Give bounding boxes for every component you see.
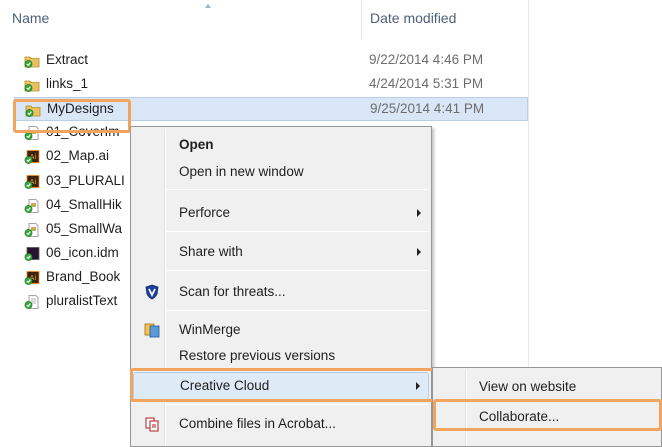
menu-item-label: Scan for threats... xyxy=(179,284,286,299)
file-name: Brand_Book xyxy=(46,268,121,284)
menu-item-share-with[interactable]: Share with xyxy=(133,239,429,265)
menu-item-restore-previous-versions[interactable]: Restore previous versions xyxy=(133,343,429,369)
menu-item-label: View on website xyxy=(479,379,577,394)
file-name: 06_icon.idm xyxy=(46,244,119,260)
file-sync-icon xyxy=(24,126,40,141)
menu-item-perforce[interactable]: Perforce xyxy=(133,200,429,226)
file-name: links_1 xyxy=(46,76,89,92)
acrobat-combine-icon xyxy=(143,415,161,433)
file-name: 03_PLURALI xyxy=(46,172,125,188)
file-row[interactable]: Extract 9/22/2014 4:46 PM xyxy=(14,49,528,73)
menu-item-combine-acrobat[interactable]: Combine files in Acrobat... xyxy=(133,411,429,437)
menu-item-label: Share with xyxy=(179,244,243,259)
file-date-modified: 9/22/2014 4:46 PM xyxy=(369,52,484,67)
menu-item-collaborate[interactable]: Collaborate... xyxy=(435,404,659,430)
file-sync-icon xyxy=(24,222,40,237)
column-divider[interactable] xyxy=(361,0,362,40)
illustrator-file-icon: Ai xyxy=(24,270,40,285)
menu-item-view-on-website[interactable]: View on website xyxy=(435,374,659,400)
column-header-name[interactable]: Name xyxy=(12,10,49,26)
menu-item-open-new-window[interactable]: Open in new window xyxy=(133,159,429,185)
menu-item-label: Open xyxy=(179,137,214,152)
file-date-modified: 4/24/2014 5:31 PM xyxy=(369,76,484,92)
file-row[interactable]: links_1 4/24/2014 5:31 PM xyxy=(14,73,528,97)
file-name: 01_CoverIm xyxy=(46,124,120,140)
menu-item-scan-for-threats[interactable]: Scan for threats... xyxy=(133,279,429,305)
menu-item-label: Combine files in Acrobat... xyxy=(179,416,336,431)
folder-sync-icon xyxy=(24,54,40,68)
menu-item-label: WinMerge xyxy=(179,322,241,337)
submenu-arrow-icon xyxy=(417,248,421,256)
indesign-file-icon xyxy=(24,246,40,261)
submenu-arrow-icon xyxy=(416,382,420,390)
file-name: pluralistText xyxy=(46,293,118,308)
sort-ascending-icon xyxy=(205,4,211,8)
menu-item-label: Creative Cloud xyxy=(180,378,270,393)
folder-sync-icon xyxy=(24,78,40,92)
menu-item-label: Restore previous versions xyxy=(179,348,336,363)
menu-item-creative-cloud[interactable]: Creative Cloud xyxy=(133,372,429,400)
column-header-date-modified[interactable]: Date modified xyxy=(370,10,456,26)
file-row-selected[interactable]: MyDesigns 9/25/2014 4:41 PM xyxy=(14,97,528,122)
submenu-arrow-icon xyxy=(417,209,421,217)
context-menu: Open Open in new window Perforce Share w… xyxy=(130,126,432,447)
menu-item-open[interactable]: Open xyxy=(133,132,429,158)
file-name: 02_Map.ai xyxy=(46,148,110,164)
shield-icon xyxy=(143,283,161,301)
file-name: MyDesigns xyxy=(47,101,114,117)
file-name: 04_SmallHik xyxy=(46,196,122,212)
menu-item-label: Perforce xyxy=(179,205,231,220)
file-name: 05_SmallWa xyxy=(46,220,123,236)
file-date-modified: 9/25/2014 4:41 PM xyxy=(370,101,485,117)
creative-cloud-submenu: View on website Collaborate... xyxy=(432,367,662,447)
file-name: Extract xyxy=(46,52,89,67)
illustrator-file-icon: Ai xyxy=(24,150,40,165)
menu-item-label: Open in new window xyxy=(179,164,304,179)
text-file-sync-icon xyxy=(24,295,40,309)
illustrator-file-icon: Ai xyxy=(24,174,40,189)
winmerge-icon xyxy=(143,321,161,339)
file-sync-icon xyxy=(24,198,40,213)
folder-sync-icon xyxy=(25,103,41,118)
menu-item-winmerge[interactable]: WinMerge xyxy=(133,317,429,343)
menu-item-label: Collaborate... xyxy=(479,409,560,424)
